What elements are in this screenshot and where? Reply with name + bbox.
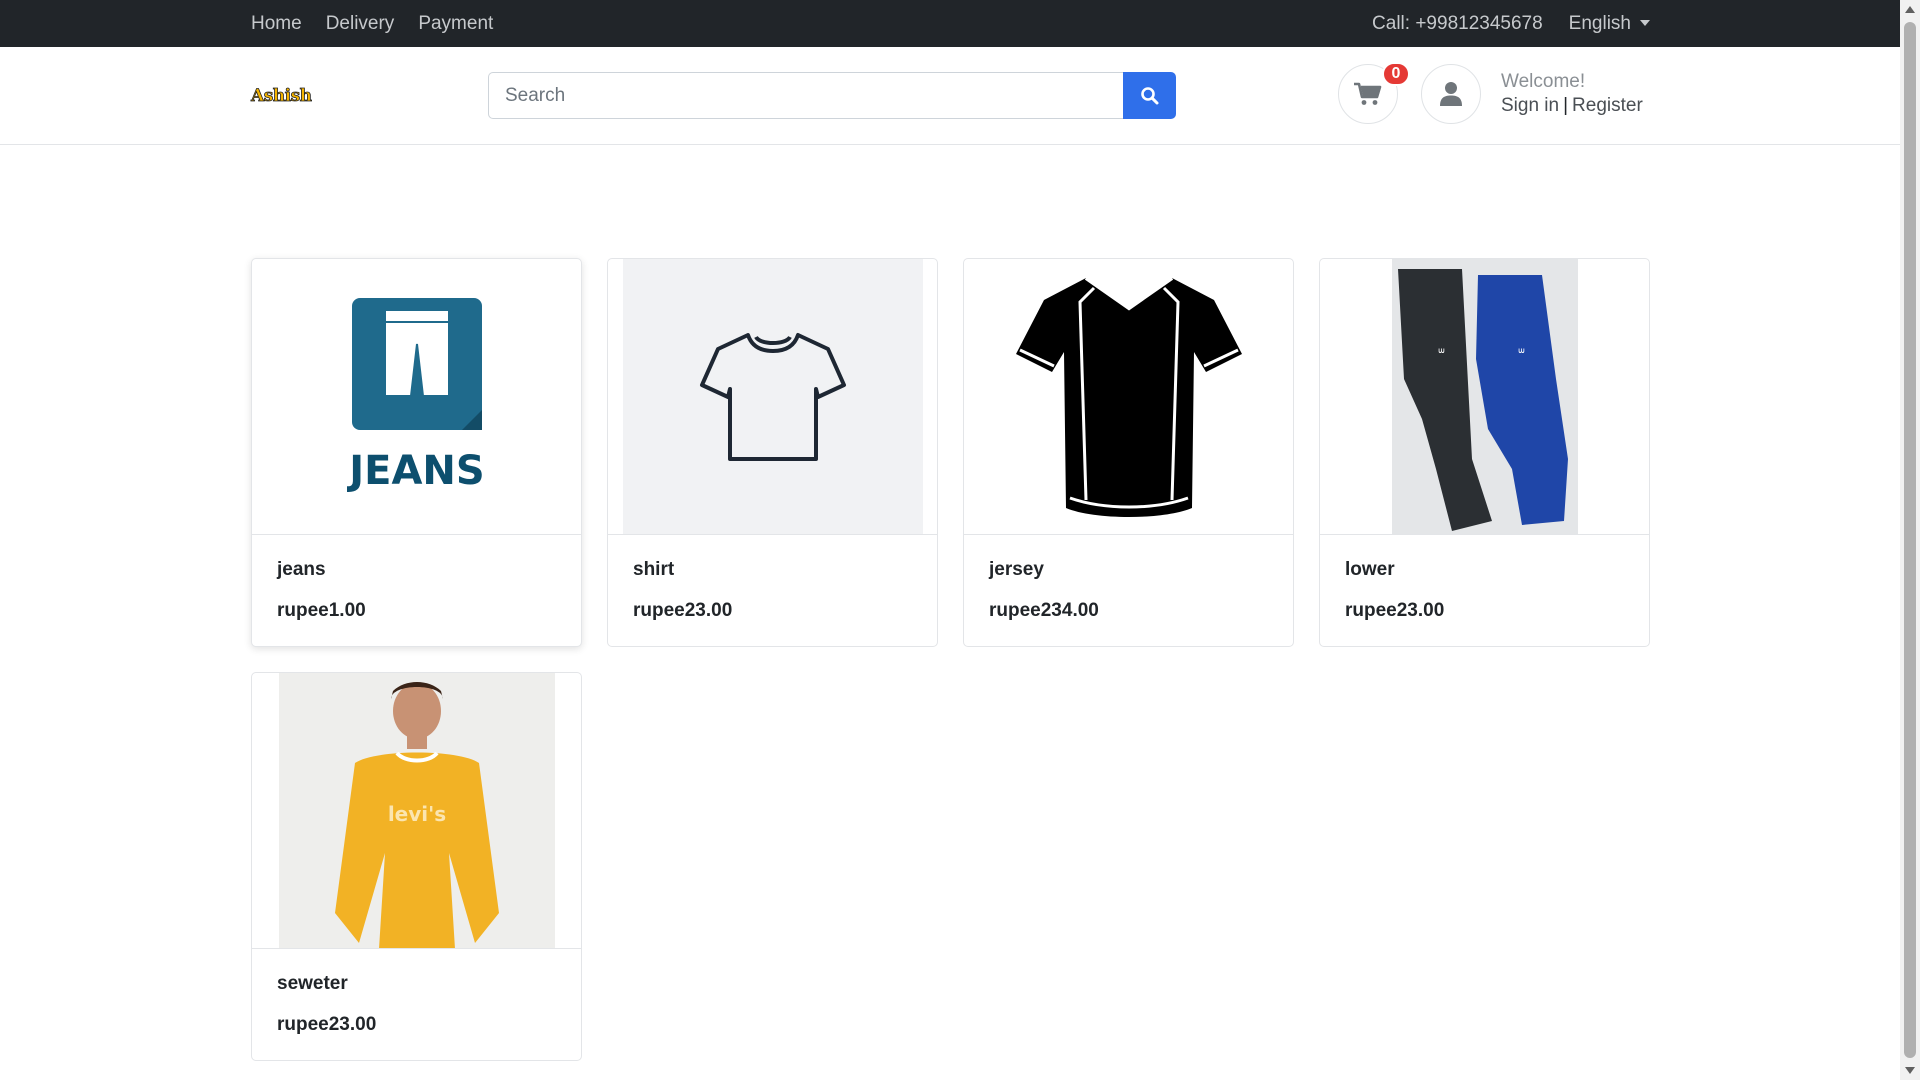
search-button[interactable]	[1123, 72, 1176, 119]
phone-link[interactable]: Call: +99812345678	[1372, 13, 1543, 35]
jeans-image: JEANS	[346, 297, 484, 494]
vertical-scrollbar[interactable]	[1900, 0, 1920, 1080]
top-right-group: Call: +99812345678 English	[1372, 0, 1650, 47]
shirt-image	[699, 332, 846, 461]
product-price: rupee23.00	[277, 1014, 377, 1035]
svg-text:JEANS: JEANS	[346, 448, 484, 494]
jersey-image	[1015, 275, 1242, 517]
product-card[interactable]: jersey rupee234.00	[963, 258, 1294, 647]
svg-text:ᐜ: ᐜ	[1518, 347, 1525, 363]
search-bar	[488, 72, 1176, 119]
product-card[interactable]: ᐜ ᐜ lower rupee23.00	[1319, 258, 1650, 647]
product-image: levi's	[252, 673, 581, 949]
language-label: English	[1568, 12, 1631, 34]
welcome-text: Welcome!	[1501, 71, 1586, 92]
top-nav-links: Home Delivery Payment	[251, 0, 493, 47]
search-input[interactable]	[488, 72, 1123, 119]
svg-text:levi's: levi's	[387, 802, 445, 826]
language-dropdown[interactable]: English	[1569, 13, 1650, 35]
product-price: rupee1.00	[277, 600, 366, 621]
product-name[interactable]: jeans	[277, 559, 556, 581]
product-card[interactable]: levi's seweter rupee23.00	[251, 672, 582, 1061]
scroll-up-icon[interactable]	[1905, 6, 1915, 13]
product-price: rupee23.00	[633, 600, 733, 621]
product-name[interactable]: seweter	[277, 973, 556, 995]
nav-delivery-link[interactable]: Delivery	[326, 13, 395, 35]
user-icon	[1440, 82, 1462, 106]
scroll-down-icon[interactable]	[1905, 1067, 1915, 1074]
cart-count-badge: 0	[1382, 62, 1410, 86]
product-image: ᐜ ᐜ	[1320, 259, 1649, 535]
cart-icon	[1354, 82, 1382, 105]
search-icon	[1140, 86, 1158, 104]
lower-image: ᐜ ᐜ	[1397, 268, 1568, 531]
nav-payment-link[interactable]: Payment	[418, 13, 493, 35]
product-card[interactable]: shirt rupee23.00	[607, 258, 938, 647]
product-name[interactable]: jersey	[989, 559, 1268, 581]
sign-in-link[interactable]: Sign in	[1501, 95, 1559, 116]
product-image	[964, 259, 1293, 535]
main-header: Ashish 0 Welcome! Sign in|Register	[0, 47, 1900, 145]
product-name[interactable]: shirt	[633, 559, 912, 581]
product-card[interactable]: JEANS jeans rupee1.00	[251, 258, 582, 647]
auth-links: Sign in | Register	[1501, 94, 1643, 118]
top-navbar: Home Delivery Payment Call: +99812345678…	[0, 0, 1900, 47]
product-price: rupee234.00	[989, 600, 1099, 621]
account-button[interactable]	[1421, 64, 1481, 124]
auth-separator: |	[1563, 95, 1569, 116]
svg-text:ᐜ: ᐜ	[1438, 347, 1445, 363]
chevron-down-icon	[1640, 20, 1650, 27]
product-image: JEANS	[252, 259, 581, 535]
product-grid: JEANS jeans rupee1.00 shirt rupee23.00 j…	[251, 258, 1652, 1061]
sweater-image: levi's	[334, 681, 499, 948]
register-link[interactable]: Register	[1572, 95, 1643, 116]
welcome-block: Welcome! Sign in | Register	[1501, 70, 1643, 118]
scrollbar-thumb[interactable]	[1904, 22, 1916, 1058]
product-price: rupee23.00	[1345, 600, 1445, 621]
nav-home-link[interactable]: Home	[251, 13, 302, 35]
product-image	[608, 259, 937, 535]
site-logo[interactable]: Ashish	[251, 86, 313, 107]
product-name[interactable]: lower	[1345, 559, 1624, 581]
